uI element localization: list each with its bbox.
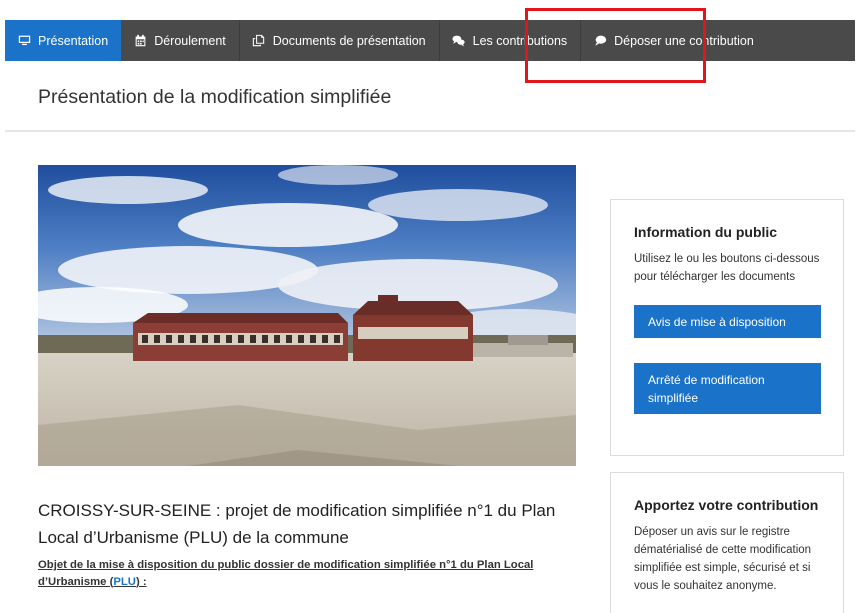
calendar-icon	[133, 34, 147, 48]
tab-contributions-label: Les contributions	[472, 33, 568, 48]
tab-documents[interactable]: Documents de présentation	[240, 20, 440, 61]
tab-deposer-contribution-label: Déposer une contribution	[614, 33, 754, 48]
hero-image	[38, 165, 576, 466]
contribution-text: Déposer un avis sur le registre dématéri…	[634, 526, 812, 592]
monitor-icon	[17, 34, 31, 48]
arrete-modification-button[interactable]: Arrêté de modification simplifiée	[634, 363, 821, 414]
header-divider	[5, 130, 855, 132]
info-public-text: Utilisez le ou les boutons ci-dessous po…	[634, 253, 820, 283]
avis-mise-a-disposition-button[interactable]: Avis de mise à disposition	[634, 305, 821, 338]
tab-deroulement[interactable]: Déroulement	[121, 20, 240, 61]
subject-suffix: ) :	[135, 576, 147, 588]
contribution-title: Apportez votre contribution	[634, 497, 819, 513]
subject-text: Objet de la mise à disposition du public…	[38, 557, 578, 591]
chat-bubbles-icon	[452, 34, 466, 48]
tab-deposer-contribution[interactable]: Déposer une contribution	[581, 20, 767, 61]
tab-presentation-label: Présentation	[38, 33, 109, 48]
page-title: Présentation de la modification simplifi…	[38, 86, 392, 108]
speech-bubble-icon	[593, 34, 607, 48]
tab-presentation[interactable]: Présentation	[5, 20, 122, 61]
plu-link[interactable]: PLU	[113, 576, 136, 588]
tab-documents-label: Documents de présentation	[272, 33, 426, 48]
tab-contributions[interactable]: Les contributions	[440, 20, 582, 61]
documents-icon	[252, 34, 266, 48]
main-nav: Présentation Déroulement Documents de pr…	[5, 20, 855, 61]
contribution-card: Apportez votre contribution Déposer un a…	[610, 472, 844, 613]
info-public-card: Information du public Utilisez le ou les…	[610, 199, 844, 456]
info-public-title: Information du public	[634, 224, 778, 240]
tab-deroulement-label: Déroulement	[154, 33, 226, 48]
project-heading: CROISSY-SUR-SEINE : projet de modificati…	[38, 501, 556, 547]
